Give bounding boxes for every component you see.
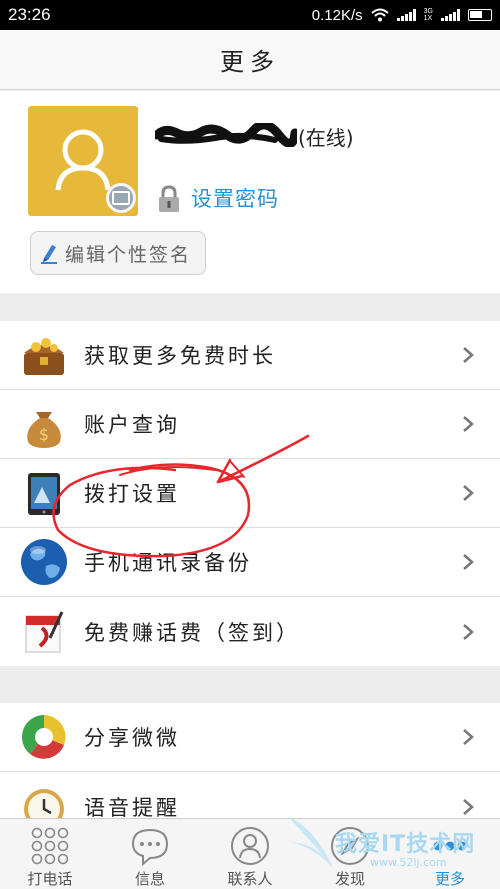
contact-icon xyxy=(231,827,269,865)
tab-messages[interactable]: 信息 xyxy=(100,819,200,889)
network-speed: 0.12K/s xyxy=(311,6,363,24)
lock-icon xyxy=(159,185,179,212)
menu-label: 分享微微 xyxy=(84,726,180,750)
status-bar: 23:26 0.12K/s 3G 1X xyxy=(0,0,500,30)
globe-icon xyxy=(21,539,67,585)
treasure-chest-icon xyxy=(24,338,64,375)
menu-label: 拨打设置 xyxy=(84,482,180,506)
menu-item-share[interactable]: 分享微微 xyxy=(0,703,500,772)
wifi-icon xyxy=(370,8,389,22)
signal-icon xyxy=(396,9,416,21)
watermark-text: 我爱IT技术网 xyxy=(335,832,476,857)
alarm-clock-icon xyxy=(24,788,64,818)
pencil-icon xyxy=(41,245,57,264)
battery-icon xyxy=(468,9,492,21)
menu-item-free-credit-checkin[interactable]: 免费赚话费（签到） xyxy=(0,597,500,666)
tab-call[interactable]: 打电话 xyxy=(0,819,100,889)
page-title: 更多 xyxy=(220,48,280,76)
phone-settings-icon xyxy=(28,473,60,515)
menu-item-account-query[interactable]: $ 账户查询 xyxy=(0,390,500,459)
chevron-right-icon xyxy=(463,347,474,363)
menu-group-secondary: 分享微微 语音提醒 xyxy=(0,703,500,818)
svg-text:$: $ xyxy=(39,425,49,444)
chevron-right-icon xyxy=(463,485,474,501)
dialpad-icon xyxy=(31,827,69,865)
set-password-link[interactable]: 设置密码 xyxy=(191,183,279,213)
online-status: (在线) xyxy=(298,126,354,150)
menu-label: 获取更多免费时长 xyxy=(84,344,276,368)
menu-label: 语音提醒 xyxy=(84,795,180,819)
money-bag-icon: $ xyxy=(27,412,61,448)
share-pie-icon xyxy=(21,715,66,759)
menu-label: 免费赚话费（签到） xyxy=(84,620,300,645)
status-time: 23:26 xyxy=(8,5,51,24)
signal-icon xyxy=(441,9,460,21)
edit-signature-button[interactable]: 编辑个性签名 xyxy=(30,231,206,275)
tab-label: 打电话 xyxy=(27,870,73,888)
menu-label: 手机通讯录备份 xyxy=(84,551,252,575)
camera-icon[interactable] xyxy=(106,183,136,213)
title-bar: 更多 xyxy=(0,30,500,90)
chevron-right-icon xyxy=(463,623,474,640)
chat-icon xyxy=(131,828,169,867)
watermark: 我爱IT技术网 www.52ij.com xyxy=(285,808,500,889)
watermark-url: www.52ij.com xyxy=(370,856,447,869)
tab-label: 信息 xyxy=(134,870,165,888)
menu-item-free-time[interactable]: 获取更多免费时长 xyxy=(0,321,500,390)
profile-card: (在线) 设置密码 编辑个性签名 xyxy=(0,91,500,293)
avatar[interactable] xyxy=(28,106,138,216)
menu-item-contacts-backup[interactable]: 手机通讯录备份 xyxy=(0,528,500,597)
tab-label: 联系人 xyxy=(227,870,273,888)
network-type: 3G 1X xyxy=(423,8,433,22)
redacted-name xyxy=(155,123,297,147)
menu-label: 账户查询 xyxy=(84,413,180,437)
chevron-right-icon xyxy=(463,554,474,570)
chevron-right-icon xyxy=(463,416,474,432)
calendar-icon xyxy=(25,610,64,652)
menu-item-dial-settings[interactable]: 拨打设置 xyxy=(0,459,500,528)
edit-signature-label: 编辑个性签名 xyxy=(65,243,192,266)
chevron-right-icon xyxy=(463,729,474,745)
menu-group-primary: 获取更多免费时长 $ 账户查询 拨打设置 手机通讯录备份 免费赚话费（签到） xyxy=(0,321,500,666)
